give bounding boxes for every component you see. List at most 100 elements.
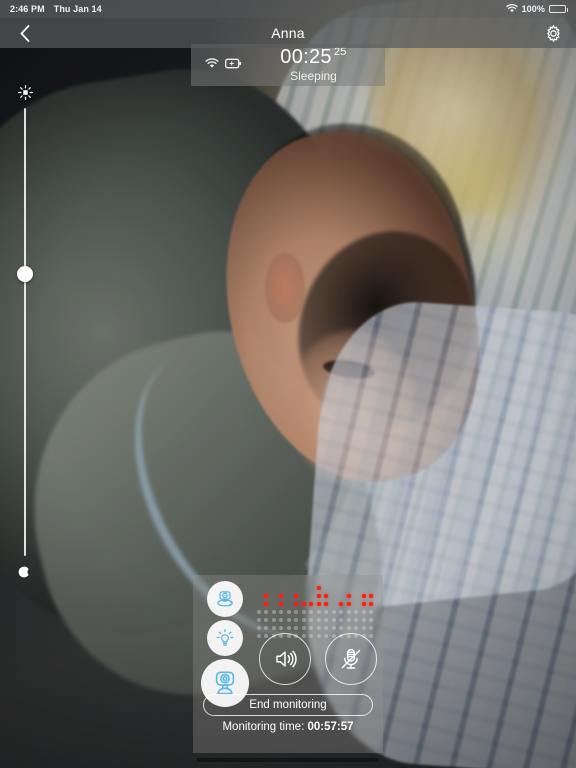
visualizer-dot: [354, 586, 358, 590]
visualizer-dot: [339, 626, 344, 630]
monitoring-time-value: 00:57:57: [307, 721, 354, 733]
page-title: Anna: [271, 25, 305, 41]
visualizer-dot: [324, 602, 329, 606]
visualizer-dot: [294, 586, 298, 590]
visualizer-dot: [279, 626, 284, 630]
visualizer-dot: [331, 618, 336, 622]
sleep-state-label: Sleeping: [290, 69, 337, 83]
visualizer-dot: [316, 602, 321, 606]
visualizer-dot: [324, 594, 329, 598]
end-monitoring-button[interactable]: End monitoring: [203, 694, 373, 716]
back-button[interactable]: [10, 18, 40, 48]
control-panel: End monitoring Monitoring time: 00:57:57: [193, 575, 383, 753]
visualizer-dot: [369, 602, 374, 606]
visualizer-dot: [361, 602, 366, 606]
visualizer-dot: [331, 610, 336, 614]
home-indicator: [197, 758, 379, 762]
brightness-thumb[interactable]: [17, 265, 33, 282]
visualizer-dot: [294, 610, 299, 614]
visualizer-dot: [279, 618, 284, 622]
visualizer-dot: [362, 586, 366, 590]
visualizer-dot: [272, 586, 276, 590]
brightness-slider[interactable]: [14, 82, 36, 582]
visualizer-dot: [346, 610, 351, 614]
visualizer-dot: [316, 586, 321, 590]
visualizer-dot: [324, 586, 328, 590]
visualizer-dot: [302, 594, 306, 598]
brightness-track[interactable]: [24, 108, 26, 556]
night-light-button[interactable]: [207, 620, 243, 656]
sleep-status-overlay: 00:25 25 Sleeping: [191, 44, 385, 86]
visualizer-dot: [339, 594, 343, 598]
visualizer-dot: [316, 610, 321, 614]
camera-controls-stack: [201, 581, 249, 707]
visualizer-dot: [361, 594, 366, 598]
moon-icon: [17, 564, 33, 580]
visualizer-dot: [294, 602, 299, 606]
settings-button[interactable]: [538, 18, 568, 48]
visualizer-dot: [309, 586, 313, 590]
visualizer-dot: [354, 618, 359, 622]
pan-tilt-button[interactable]: [207, 581, 243, 617]
speaker-on-icon: [276, 650, 297, 668]
visualizer-dot: [279, 602, 284, 606]
status-time: 2:46 PM: [10, 4, 45, 14]
visualizer-dot: [294, 618, 299, 622]
visualizer-dot: [332, 586, 336, 590]
visualizer-dot: [301, 634, 306, 638]
visualizer-dot: [256, 610, 261, 614]
sun-icon: [17, 84, 33, 100]
visualizer-dot: [287, 602, 291, 606]
visualizer-dot: [272, 594, 276, 598]
visualizer-dot: [286, 610, 291, 614]
visualizer-dot: [264, 626, 269, 630]
visualizer-dot: [339, 618, 344, 622]
navigation-bar: Anna: [0, 18, 576, 48]
wifi-icon: [205, 56, 219, 74]
visualizer-dot: [302, 586, 306, 590]
visualizer-dot: [369, 586, 373, 590]
visualizer-dot: [279, 586, 283, 590]
visualizer-dot: [316, 626, 321, 630]
visualizer-dot: [354, 626, 359, 630]
visualizer-dot: [301, 610, 306, 614]
visualizer-dot: [271, 626, 276, 630]
visualizer-dot: [369, 634, 374, 638]
visualizer-dot: [271, 618, 276, 622]
visualizer-dot: [287, 586, 291, 590]
microphone-button[interactable]: [325, 633, 377, 685]
visualizer-dot: [346, 594, 351, 598]
visualizer-dot: [354, 610, 359, 614]
visualizer-dot: [316, 618, 321, 622]
visualizer-dot: [301, 602, 306, 606]
sleep-timer: 00:25 25: [250, 46, 377, 68]
visualizer-dot: [324, 618, 329, 622]
visualizer-dot: [332, 602, 336, 606]
visualizer-dot: [257, 594, 261, 598]
visualizer-dot: [271, 610, 276, 614]
visualizer-dot: [257, 602, 261, 606]
visualizer-dot: [294, 626, 299, 630]
visualizer-dot: [339, 602, 344, 606]
visualizer-dot: [346, 626, 351, 630]
monitoring-time-label: Monitoring time:: [222, 721, 305, 733]
camera-rotate-icon: [217, 591, 233, 607]
gear-icon: [546, 24, 560, 42]
visualizer-dot: [256, 626, 261, 630]
lightbulb-icon: [216, 629, 234, 646]
wifi-icon: [505, 3, 518, 15]
visualizer-dot: [264, 634, 269, 638]
visualizer-dot: [286, 618, 291, 622]
speaker-button[interactable]: [259, 633, 311, 685]
visualizer-dot: [347, 586, 351, 590]
visualizer-dot: [257, 586, 261, 590]
battery-percent: 100%: [521, 4, 545, 14]
visualizer-dot: [309, 602, 314, 606]
sleep-timer-main: 00:25: [280, 46, 332, 68]
visualizer-dot: [309, 626, 314, 630]
visualizer-dot: [309, 610, 314, 614]
visualizer-dot: [346, 602, 351, 606]
visualizer-dot: [272, 602, 276, 606]
chevron-left-icon: [20, 24, 30, 42]
visualizer-dot: [294, 594, 299, 598]
